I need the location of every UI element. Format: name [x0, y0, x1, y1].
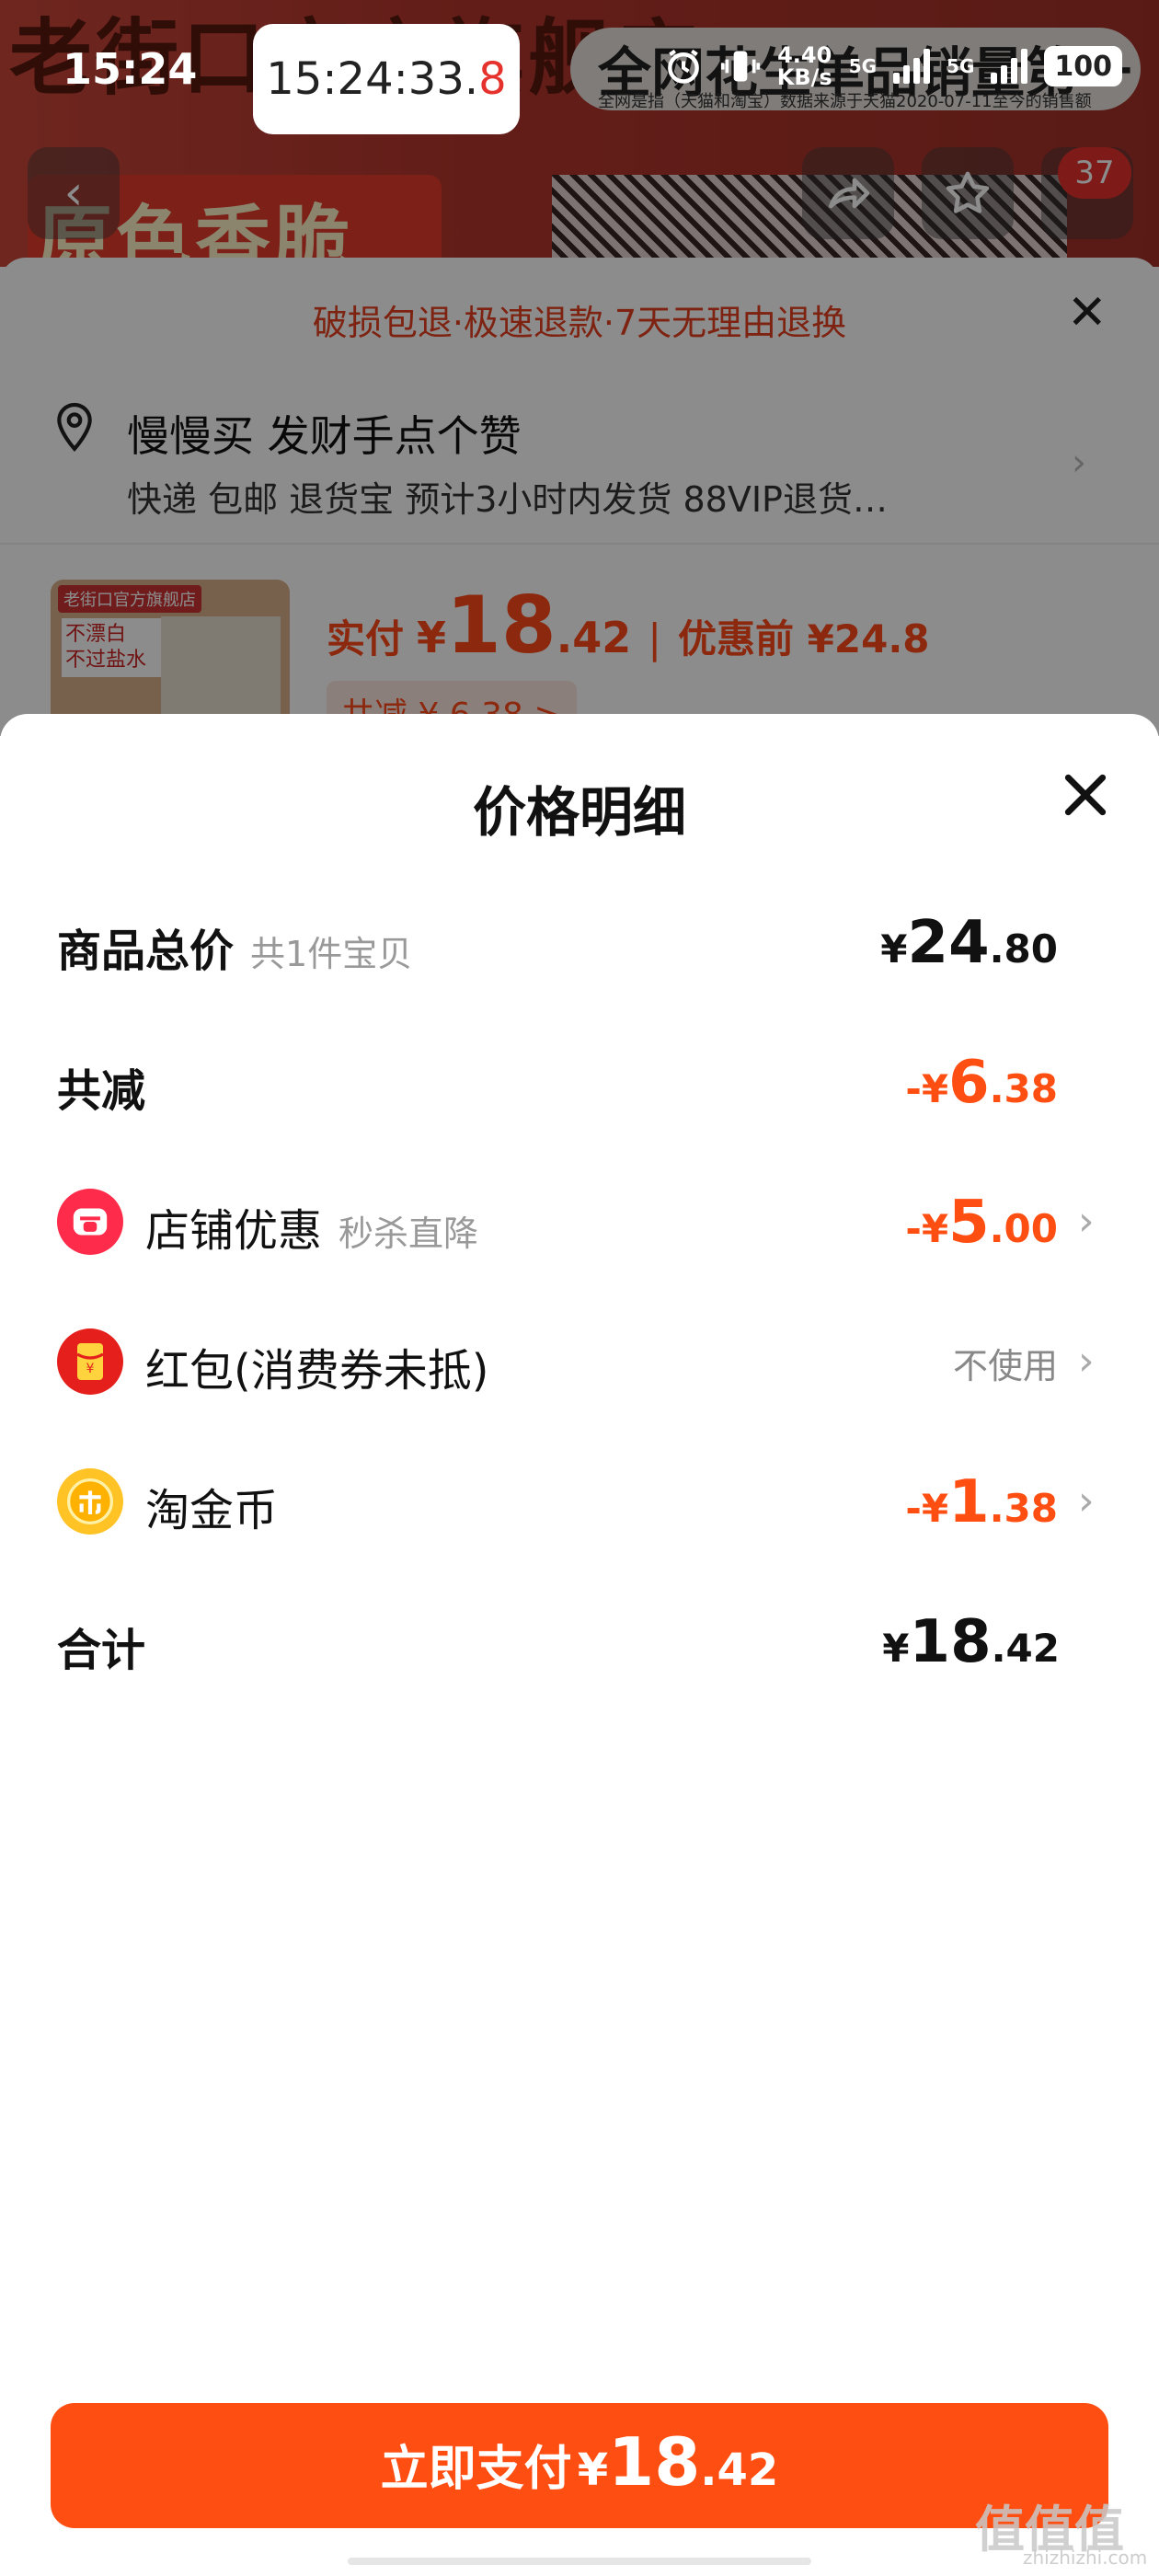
red-packet-label: 红包(消费券未抵)	[145, 1345, 489, 1397]
grand-total-row: 合计 ¥18.42	[0, 1604, 1159, 1678]
sheet-title: 价格明细	[472, 781, 686, 844]
chevron-right-icon[interactable]: ›	[1078, 1338, 1095, 1385]
store-discount-sub: 秒杀直降	[339, 1213, 479, 1254]
status-icons: 4.40 KB/s 5G 5G 100	[663, 44, 1122, 88]
net-speed-unit: KB/s	[776, 64, 832, 90]
battery-icon: 100	[1044, 46, 1122, 86]
signal-icon-2	[991, 49, 1028, 84]
pay-now-button[interactable]: 立即支付 ¥ 18 .42	[51, 2403, 1108, 2528]
items-total-amount: ¥24.80	[880, 909, 1058, 977]
store-discount-row[interactable]: 店铺优惠 秒杀直降 -¥ 5.00 ›	[0, 1185, 1159, 1259]
total-discount-amount: -¥ 6.38	[905, 1049, 1058, 1117]
gold-coin-row[interactable]: 淘金币 -¥ 1.38 ›	[0, 1465, 1159, 1538]
pay-button-int: 18	[608, 2423, 701, 2501]
alarm-icon	[667, 49, 699, 84]
total-discount-row: 共减 -¥ 6.38	[0, 1045, 1159, 1119]
pay-button-label: 立即支付	[380, 2442, 572, 2497]
status-bar: 15:24 15:24:33. 8 4.40 KB/s 5G 5G 100	[0, 0, 1159, 147]
home-indicator[interactable]	[348, 2558, 811, 2565]
clock-main: 15:24:33.	[266, 53, 479, 105]
clock-tenth: 8	[478, 53, 507, 105]
items-count: 共1件宝贝	[250, 934, 413, 974]
total-discount-label: 共减	[57, 1065, 146, 1117]
grand-total-label: 合计	[57, 1625, 146, 1676]
items-total-label: 商品总价 共1件宝贝	[57, 926, 413, 977]
red-packet-value: 不使用	[952, 1346, 1058, 1386]
gold-coin-label: 淘金币	[145, 1485, 279, 1536]
sim1-network-label: 5G	[848, 55, 878, 77]
gold-coin-amount: -¥ 1.38	[905, 1468, 1058, 1536]
signal-icon	[893, 49, 931, 84]
items-total-row: 商品总价 共1件宝贝 ¥24.80	[0, 905, 1159, 979]
watermark-site: zhizhizhi.com	[1023, 2547, 1148, 2569]
sim2-network-label: 5G	[947, 55, 975, 77]
chevron-right-icon[interactable]: ›	[1078, 1198, 1095, 1245]
store-discount-label: 店铺优惠 秒杀直降	[145, 1205, 479, 1257]
close-icon[interactable]	[1056, 765, 1115, 824]
store-icon	[57, 1189, 123, 1255]
battery-level: 100	[1054, 50, 1112, 83]
chevron-right-icon[interactable]: ›	[1078, 1478, 1095, 1524]
svg-text:¥: ¥	[86, 1362, 95, 1376]
floating-clock: 15:24:33. 8	[253, 24, 520, 134]
grand-total-amount: ¥18.42	[882, 1608, 1060, 1676]
net-speed: 4.40 KB/s	[777, 44, 832, 88]
vibrate-icon	[720, 51, 760, 82]
store-discount-amount: -¥ 5.00	[905, 1189, 1058, 1257]
red-packet-icon: ¥	[57, 1328, 123, 1395]
red-packet-row[interactable]: ¥ 红包(消费券未抵) 不使用 ›	[0, 1325, 1159, 1398]
price-detail-sheet: 价格明细 商品总价 共1件宝贝 ¥24.80 共减 -¥ 6.38 店铺优惠 秒杀直降…	[0, 714, 1159, 2576]
coin-icon	[57, 1468, 123, 1535]
net-speed-value: 4.40	[777, 42, 832, 68]
pay-button-dec: .42	[700, 2444, 779, 2496]
pay-button-currency: ¥	[577, 2444, 609, 2496]
status-time: 15:24	[63, 44, 198, 94]
